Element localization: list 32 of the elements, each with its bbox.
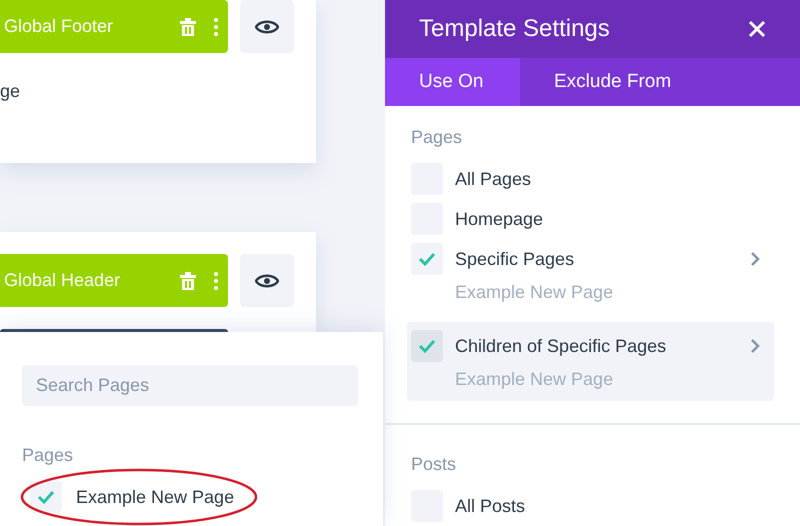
option-label[interactable]: Specific Pages (455, 246, 738, 272)
option-detail: Example New Page (455, 281, 614, 304)
option-label[interactable]: All Posts (455, 492, 760, 520)
selected-option-row[interactable]: Children of Specific Pages Example New Page (407, 322, 774, 401)
layout-title: Global Header (4, 269, 122, 292)
close-icon[interactable] (748, 20, 766, 38)
chevron-right-icon[interactable] (750, 251, 760, 267)
trash-icon[interactable] (180, 18, 196, 36)
option-label[interactable]: Homepage (455, 206, 760, 232)
more-icon[interactable] (214, 18, 218, 36)
eye-icon (255, 18, 279, 34)
checkbox[interactable] (411, 243, 443, 275)
search-field[interactable]: Search Pages (22, 365, 358, 406)
option-label[interactable]: All Pages (455, 166, 760, 192)
eye-icon (255, 272, 279, 288)
trash-icon[interactable] (180, 272, 196, 290)
section-heading: Posts (411, 453, 458, 476)
tab[interactable]: Exclude From (520, 58, 706, 106)
tab[interactable]: Use On (385, 58, 520, 106)
panel-title: Template Settings (419, 14, 611, 44)
option-detail: Example New Page (455, 368, 614, 391)
checkbox[interactable] (30, 481, 62, 513)
option-label[interactable]: Children of Specific Pages (455, 332, 738, 360)
preview-button[interactable] (240, 254, 294, 307)
chevron-right-icon[interactable] (750, 338, 760, 354)
section-heading: Pages (411, 126, 464, 149)
layout-title: Global Footer (4, 15, 114, 38)
preview-button[interactable] (240, 0, 294, 53)
more-icon[interactable] (214, 272, 218, 290)
checkbox[interactable] (411, 330, 443, 362)
layout-text: ge (0, 82, 22, 100)
section-heading: Pages (22, 444, 74, 467)
